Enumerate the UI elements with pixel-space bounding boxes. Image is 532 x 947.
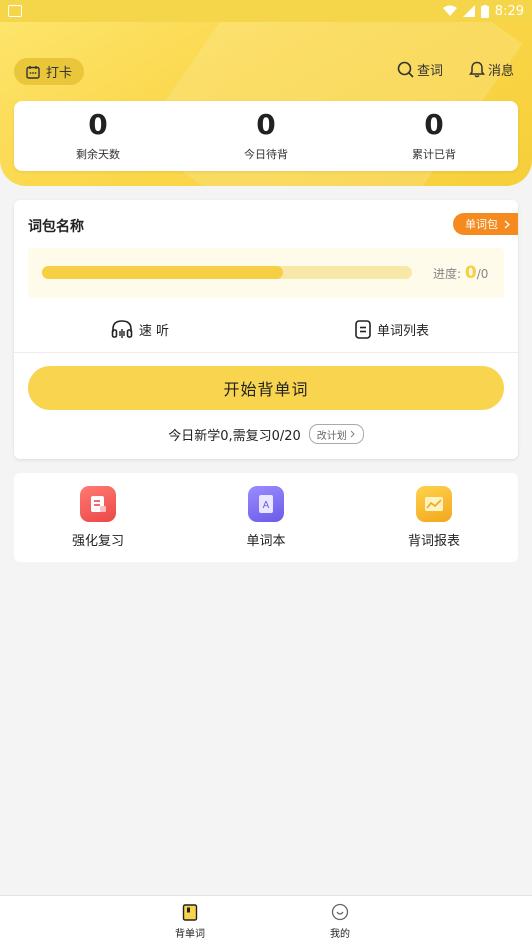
study-report-button[interactable]: 背词报表 xyxy=(350,473,518,562)
divider xyxy=(14,352,518,353)
vocabulary-book-label: 单词本 xyxy=(246,534,286,549)
nav-label: 背单词 xyxy=(175,928,205,940)
nav-label: 我的 xyxy=(330,929,350,940)
intensive-review-label: 强化复习 xyxy=(71,534,124,549)
stat-label: 剩余天数 xyxy=(76,148,120,161)
svg-text:A: A xyxy=(263,500,270,511)
stats-card: 0 剩余天数 0 今日待背 0 累计已背 xyxy=(14,101,518,171)
stat-remaining-days: 0 剩余天数 xyxy=(14,101,182,171)
change-plan-button[interactable]: 改计划 xyxy=(308,424,364,444)
smiley-face-icon xyxy=(331,903,349,921)
notification-icon xyxy=(8,5,22,17)
stat-value: 0 xyxy=(424,108,444,141)
intensive-review-button[interactable]: 强化复习 xyxy=(14,473,182,562)
vocabulary-book-icon: A xyxy=(248,486,284,522)
chevron-right-icon xyxy=(504,220,510,228)
progress-section: 进度: 0/0 xyxy=(28,248,504,298)
progress-bar xyxy=(42,266,412,279)
stat-label: 累计已背 xyxy=(412,148,456,161)
calendar-icon xyxy=(26,65,40,79)
list-icon xyxy=(355,319,371,339)
messages-label: 消息 xyxy=(487,64,514,79)
progress-label: 进度: xyxy=(433,267,462,281)
battery-icon xyxy=(480,4,489,18)
quick-listen-button[interactable]: 速 听 xyxy=(14,312,266,346)
clock-in-button[interactable]: 打卡 xyxy=(14,58,85,85)
bell-icon xyxy=(468,61,485,78)
change-plan-label: 改计划 xyxy=(316,430,347,442)
stat-label: 今日待背 xyxy=(244,148,288,161)
stat-value: 0 xyxy=(256,108,276,141)
stat-today-pending: 0 今日待背 xyxy=(182,101,350,171)
word-pack-button[interactable]: 单词包 xyxy=(453,213,518,235)
progress-total: /0 xyxy=(476,267,489,281)
clock-in-label: 打卡 xyxy=(46,66,73,81)
search-word-label: 查词 xyxy=(416,64,443,79)
word-list-label: 单词列表 xyxy=(376,323,429,339)
progress-text: 进度: 0/0 xyxy=(433,263,488,283)
search-icon xyxy=(397,61,414,78)
nav-item-mine[interactable]: 我的 xyxy=(275,896,405,947)
vocabulary-book-button[interactable]: A 单词本 xyxy=(182,473,350,562)
stat-value: 0 xyxy=(88,108,108,141)
review-icon xyxy=(80,486,116,522)
messages-button[interactable]: 消息 xyxy=(468,60,514,79)
tools-card: 强化复习 A 单词本 背词报表 xyxy=(14,473,518,562)
nav-item-memorize[interactable]: 背单词 xyxy=(125,896,255,947)
quick-listen-label: 速 听 xyxy=(138,323,170,339)
wifi-icon xyxy=(442,5,457,16)
book-icon xyxy=(182,903,198,921)
start-memorizing-button[interactable]: 开始背单词 xyxy=(28,366,504,410)
status-bar: 8:29 xyxy=(0,0,532,22)
study-report-label: 背词报表 xyxy=(407,534,460,549)
chart-report-icon xyxy=(416,486,452,522)
status-time: 8:29 xyxy=(494,3,524,19)
progress-bar-fill xyxy=(42,266,283,279)
signal-icon xyxy=(462,5,475,17)
bottom-navigation: 背单词 我的 xyxy=(0,895,532,947)
chevron-right-icon xyxy=(350,430,355,438)
plan-summary: 今日新学0,需复习0/20 xyxy=(168,428,301,444)
plan-row: 今日新学0,需复习0/20 改计划 xyxy=(14,424,518,444)
word-pack-badge-label: 单词包 xyxy=(465,218,498,231)
word-pack-card: 词包名称 单词包 进度: 0/0 速 听 单词列表 开始背单词 今日新学0,需复… xyxy=(14,200,518,459)
word-list-button[interactable]: 单词列表 xyxy=(266,312,518,346)
headphones-icon xyxy=(111,320,133,338)
search-word-button[interactable]: 查词 xyxy=(397,60,443,79)
stat-total-learned: 0 累计已背 xyxy=(350,101,518,171)
word-pack-name: 词包名称 xyxy=(28,219,84,235)
progress-current: 0 xyxy=(464,263,477,283)
